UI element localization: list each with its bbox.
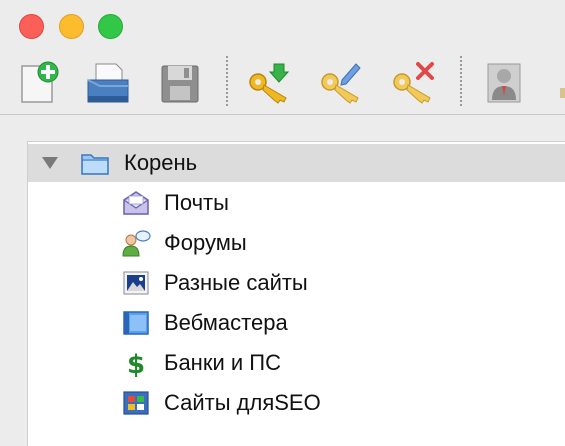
key-edit-icon: [321, 63, 361, 104]
open-document-icon: [87, 63, 129, 103]
tree-label: Сайты дляSEO: [164, 390, 321, 415]
main-content: Корень Почты Форумы Разные сайты Вебмаст…: [0, 115, 565, 446]
toolbar: [0, 46, 565, 115]
picture-icon: [123, 271, 149, 295]
user-card-button[interactable]: [480, 60, 528, 106]
mail-icon: [123, 191, 149, 215]
open-document-button[interactable]: [84, 60, 132, 106]
edit-key-button[interactable]: [316, 60, 364, 106]
close-window-button[interactable]: [19, 14, 44, 39]
key-add-icon: [249, 63, 290, 104]
tree-label: Разные сайты: [164, 270, 308, 295]
forum-icon: [122, 230, 151, 257]
disclosure-triangle-icon[interactable]: [42, 157, 58, 169]
tree-view[interactable]: Корень Почты Форумы Разные сайты Вебмаст…: [27, 141, 565, 446]
new-document-button[interactable]: [14, 60, 62, 106]
key-delete-icon: [393, 62, 434, 104]
tree-label: Почты: [164, 190, 229, 215]
tree-label-root: Корень: [124, 150, 198, 175]
user-card-icon: [487, 63, 521, 103]
tree-row-banks[interactable]: $ Банки и ПС: [28, 344, 565, 382]
toolbar-separator: [460, 56, 462, 106]
tree-row-webmasters[interactable]: Вебмастера: [28, 304, 565, 342]
folder-icon: [81, 154, 109, 175]
dollar-icon: $: [127, 350, 145, 378]
seo-grid-icon: [123, 391, 149, 415]
new-document-icon: [21, 61, 59, 103]
webmaster-window-icon: [123, 311, 149, 335]
tree-row-seo-sites[interactable]: Сайты дляSEO: [28, 384, 565, 422]
minimize-window-button[interactable]: [59, 14, 84, 39]
add-key-button[interactable]: [244, 60, 292, 106]
save-button[interactable]: [156, 60, 204, 106]
tree-row-forums[interactable]: Форумы: [28, 224, 565, 262]
delete-key-button[interactable]: [388, 60, 436, 106]
svg-text:$: $: [127, 350, 145, 378]
tree-row-mail[interactable]: Почты: [28, 184, 565, 222]
tree-label: Форумы: [164, 230, 247, 255]
overflow-button[interactable]: [552, 60, 565, 106]
zoom-window-button[interactable]: [98, 14, 123, 39]
save-disk-icon: [161, 65, 199, 103]
partial-icon: [560, 88, 565, 98]
title-bar: [0, 0, 565, 46]
tree-label: Вебмастера: [164, 310, 288, 335]
toolbar-separator: [226, 56, 228, 106]
tree-row-root[interactable]: Корень: [28, 144, 565, 182]
tree-label: Банки и ПС: [164, 350, 281, 375]
tree-row-various-sites[interactable]: Разные сайты: [28, 264, 565, 302]
